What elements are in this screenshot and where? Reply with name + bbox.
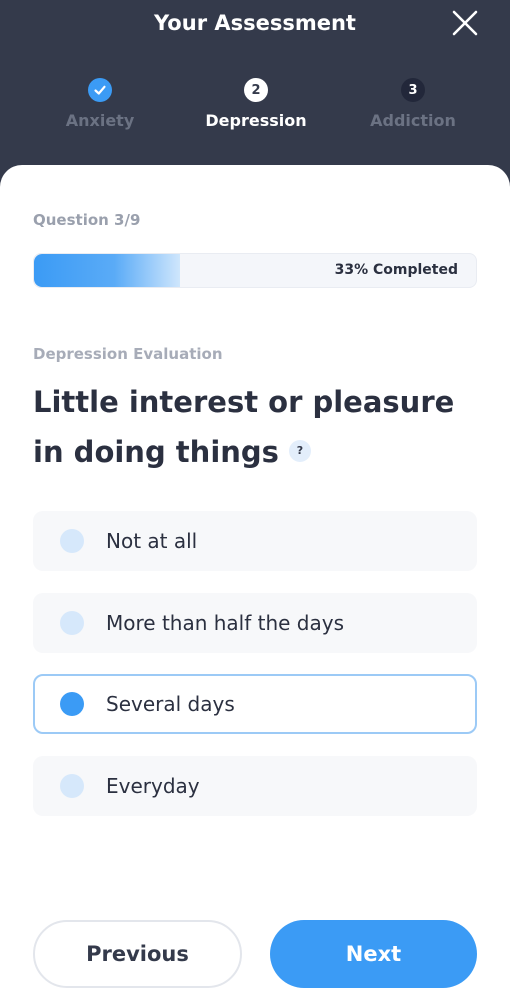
radio-button[interactable]: [60, 611, 84, 635]
question-card: Question 3/9 33% Completed Depression Ev…: [0, 165, 510, 1000]
help-icon[interactable]: ?: [288, 440, 311, 462]
step-number: 3: [401, 78, 425, 102]
progress-label: 33% Completed: [334, 262, 458, 278]
answer-option[interactable]: Not at all: [33, 511, 477, 571]
question-counter: Question 3/9: [33, 211, 141, 229]
step-indicator: Anxiety 2 Depression 3 Addiction: [0, 78, 510, 138]
question-text: Little interest or pleasure in doing thi…: [33, 385, 455, 469]
answer-option-label: Several days: [106, 692, 235, 716]
check-icon: [88, 78, 112, 102]
answer-option[interactable]: Everyday: [33, 756, 477, 816]
question-heading: Little interest or pleasure in doing thi…: [33, 377, 473, 477]
radio-button[interactable]: [60, 692, 84, 716]
step-anxiety[interactable]: Anxiety: [20, 78, 180, 132]
step-label: Depression: [205, 111, 307, 130]
radio-button[interactable]: [60, 529, 84, 553]
answer-option[interactable]: More than half the days: [33, 593, 477, 653]
step-number: 2: [244, 78, 268, 102]
answer-option[interactable]: Several days: [33, 674, 477, 734]
page-title: Your Assessment: [154, 11, 356, 35]
close-icon: [452, 10, 478, 36]
answer-option-label: More than half the days: [106, 611, 345, 635]
next-button[interactable]: Next: [270, 920, 477, 988]
progress-fill: [34, 254, 180, 287]
answer-option-label: Everyday: [106, 774, 200, 798]
step-addiction[interactable]: 3 Addiction: [333, 78, 493, 132]
answer-option-label: Not at all: [106, 529, 198, 553]
step-label: Anxiety: [65, 111, 135, 130]
previous-button[interactable]: Previous: [33, 920, 242, 988]
close-button[interactable]: [448, 6, 482, 40]
step-label: Addiction: [370, 111, 456, 130]
step-depression[interactable]: 2 Depression: [176, 78, 336, 132]
question-category: Depression Evaluation: [33, 345, 223, 363]
progress-bar: 33% Completed: [33, 253, 477, 288]
radio-button[interactable]: [60, 774, 84, 798]
